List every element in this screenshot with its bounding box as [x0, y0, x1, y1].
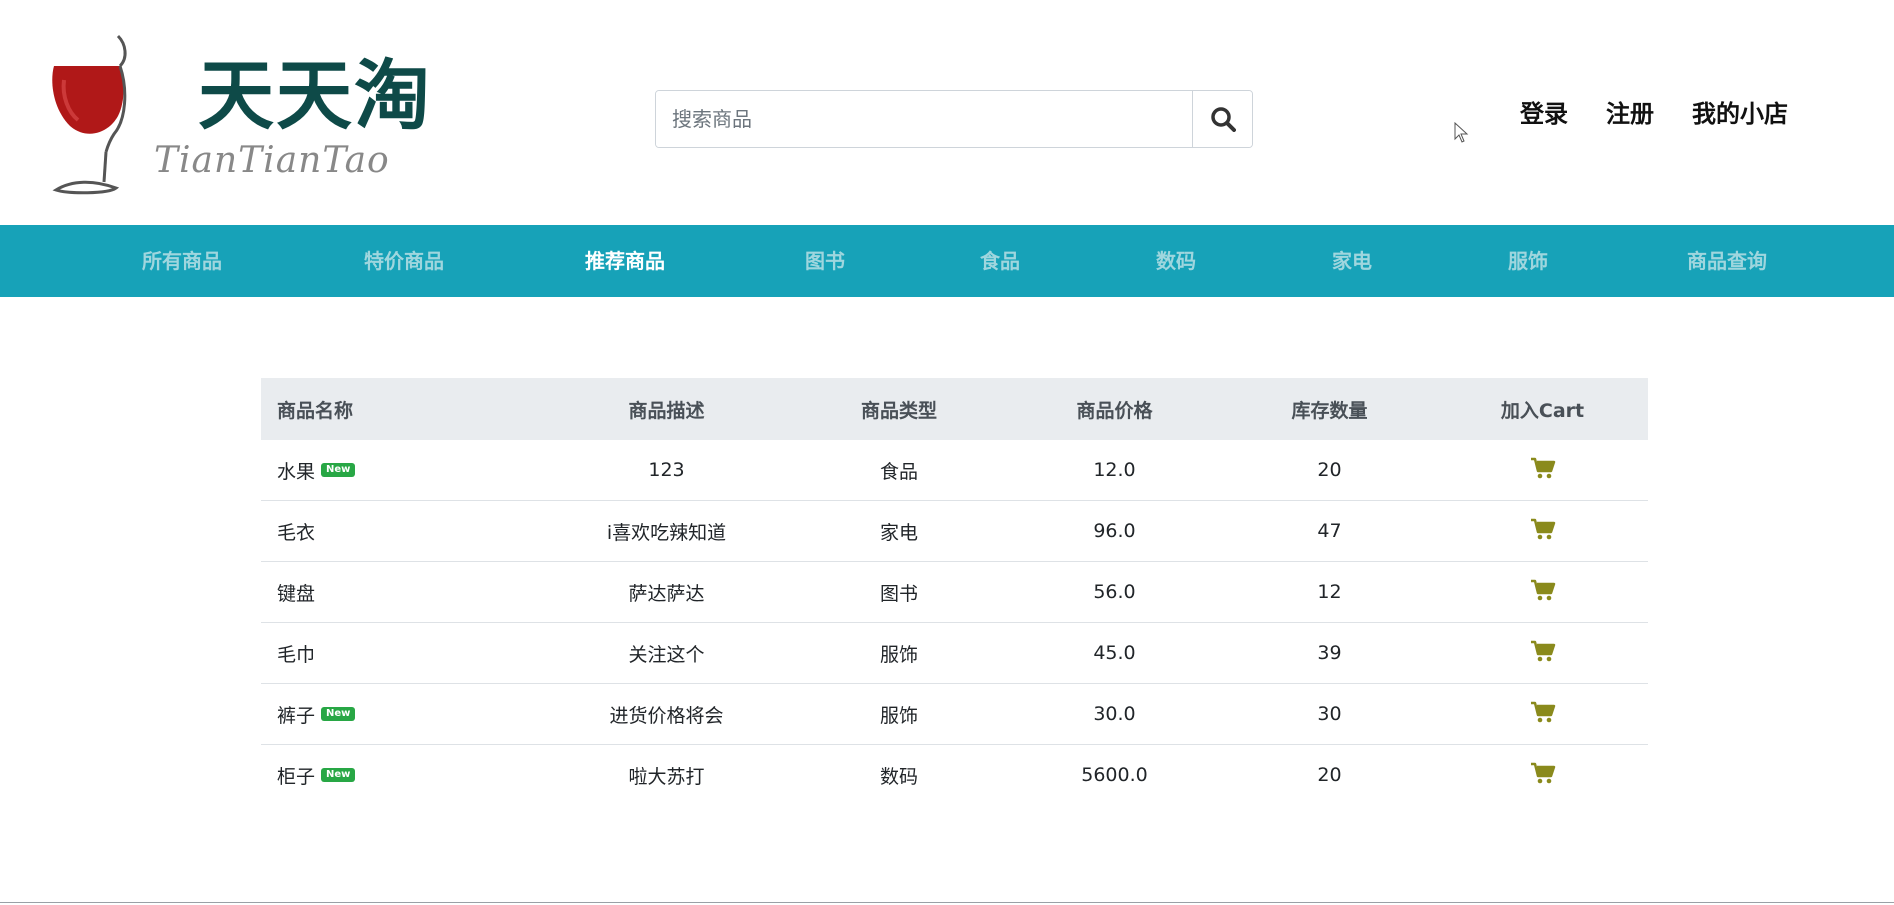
shopping-cart-icon: [1530, 518, 1555, 539]
table-row: 键盘 萨达萨达 图书 56.0 12: [261, 561, 1648, 623]
product-name[interactable]: 裤子: [277, 705, 315, 727]
table-header-row: 商品名称 商品描述 商品类型 商品价格 库存数量 加入Cart: [261, 378, 1648, 440]
user-links: 登录 注册 我的小店: [1520, 99, 1788, 129]
table-row: 毛巾 关注这个 服饰 45.0 39: [261, 622, 1648, 684]
logo-title: 天天淘: [198, 51, 432, 140]
cell-add-to-cart: [1437, 622, 1648, 684]
cell-price: 30.0: [1007, 683, 1222, 745]
table-row: 裤子 New 进货价格将会 服饰 30.0 30: [261, 683, 1648, 745]
cell-product-name: 柜子 New: [261, 744, 542, 805]
header-price: 商品价格: [1007, 378, 1222, 440]
nav-item-clothing[interactable]: 服饰: [1508, 225, 1548, 297]
cell-price: 56.0: [1007, 561, 1222, 623]
search-bar: [655, 90, 1253, 148]
product-name[interactable]: 键盘: [277, 583, 315, 605]
cell-description: 进货价格将会: [542, 683, 791, 745]
cell-price: 5600.0: [1007, 744, 1222, 805]
nav-item-appliances[interactable]: 家电: [1332, 225, 1372, 297]
search-input[interactable]: [656, 91, 1192, 147]
cell-type: 服饰: [791, 622, 1007, 684]
cell-description: 萨达萨达: [542, 561, 791, 623]
cell-type: 家电: [791, 500, 1007, 562]
header-add-to-cart: 加入Cart: [1437, 378, 1648, 440]
register-link[interactable]: 注册: [1606, 99, 1654, 129]
add-to-cart-button[interactable]: [1530, 579, 1556, 606]
product-table: 商品名称 商品描述 商品类型 商品价格 库存数量 加入Cart 水果 New 123…: [261, 378, 1648, 805]
cell-description: 关注这个: [542, 622, 791, 684]
login-link[interactable]: 登录: [1520, 99, 1568, 129]
nav-item-digital[interactable]: 数码: [1156, 225, 1196, 297]
logo-subtitle: TianTianTao: [154, 140, 390, 181]
nav-item-special-offers[interactable]: 特价商品: [364, 225, 444, 297]
cell-price: 45.0: [1007, 622, 1222, 684]
cell-description: 123: [648, 459, 685, 481]
new-badge: New: [321, 462, 356, 477]
header-type: 商品类型: [791, 378, 1007, 440]
search-icon: [1210, 107, 1236, 132]
page-header: 天天淘 TianTianTao 登录 注册 我的小店: [0, 0, 1894, 225]
cell-product-name: 水果 New: [261, 440, 542, 501]
cell-type: 食品: [879, 460, 918, 483]
shopping-cart-icon: [1530, 579, 1555, 600]
product-name[interactable]: 毛衣: [277, 522, 315, 544]
table-body: 水果 New 123 食品 12.0 20 毛衣 i喜欢吃辣知道 家电 96.0 47 键盘 萨达萨达图…: [261, 440, 1648, 805]
nav-item-all-products[interactable]: 所有商品: [142, 225, 222, 297]
table-row: 毛衣 i喜欢吃辣知道 家电 96.0 47: [261, 500, 1648, 562]
add-to-cart-button[interactable]: [1530, 762, 1556, 789]
header-description: 商品描述: [542, 378, 791, 440]
cell-add-to-cart: [1437, 683, 1648, 745]
wine-glass-icon: [52, 34, 127, 195]
cell-product-name: 毛巾: [261, 622, 542, 684]
cell-stock: 20: [1222, 744, 1437, 805]
table-row: 柜子 New 啦大苏打 数码 5600.0 20: [261, 744, 1648, 805]
cell-stock: 20: [1317, 459, 1342, 481]
cell-add-to-cart: [1437, 744, 1648, 805]
product-name[interactable]: 柜子: [277, 766, 315, 788]
new-badge: New: [321, 706, 356, 721]
cell-type: 图书: [791, 561, 1007, 623]
cell-product-name: 裤子 New: [261, 683, 542, 745]
shopping-cart-icon: [1530, 457, 1555, 478]
add-to-cart-button[interactable]: [1530, 640, 1556, 667]
cell-product-name: 毛衣: [261, 500, 542, 562]
mouse-cursor-icon: [1454, 122, 1469, 143]
cell-description: i喜欢吃辣知道: [542, 500, 791, 562]
my-shop-link[interactable]: 我的小店: [1692, 99, 1788, 129]
cell-add-to-cart: [1437, 561, 1648, 623]
add-to-cart-button[interactable]: [1530, 701, 1556, 728]
shopping-cart-icon: [1530, 640, 1555, 661]
search-button[interactable]: [1192, 91, 1252, 147]
table-row: 水果 New 123 食品 12.0 20: [261, 440, 1648, 501]
cell-product-name: 键盘: [261, 561, 542, 623]
product-table-container: 商品名称 商品描述 商品类型 商品价格 库存数量 加入Cart 水果 New 123…: [261, 378, 1648, 805]
header-stock: 库存数量: [1222, 378, 1437, 440]
cell-add-to-cart: [1437, 500, 1648, 562]
cell-stock: 39: [1222, 622, 1437, 684]
header-product-name: 商品名称: [261, 378, 542, 440]
cell-price: 12.0: [1093, 459, 1136, 481]
cell-description: 啦大苏打: [542, 744, 791, 805]
nav-item-recommended[interactable]: 推荐商品: [585, 225, 665, 297]
product-name[interactable]: 水果: [277, 461, 315, 483]
new-badge: New: [321, 767, 356, 782]
cell-price: 96.0: [1007, 500, 1222, 562]
footer-divider: [0, 902, 1894, 903]
add-to-cart-button[interactable]: [1530, 457, 1556, 484]
site-logo[interactable]: 天天淘 TianTianTao: [48, 30, 430, 200]
cell-type: 服饰: [791, 683, 1007, 745]
shopping-cart-icon: [1530, 701, 1555, 722]
product-name[interactable]: 毛巾: [277, 644, 315, 666]
add-to-cart-button[interactable]: [1530, 518, 1556, 545]
cell-stock: 12: [1222, 561, 1437, 623]
cell-stock: 30: [1222, 683, 1437, 745]
nav-item-product-search[interactable]: 商品查询: [1687, 225, 1767, 297]
cell-type: 数码: [791, 744, 1007, 805]
shopping-cart-icon: [1530, 762, 1555, 783]
nav-item-food[interactable]: 食品: [980, 225, 1020, 297]
main-nav: 所有商品 特价商品 推荐商品 图书 食品 数码 家电 服饰 商品查询: [0, 225, 1894, 297]
cell-add-to-cart: [1437, 440, 1648, 501]
nav-item-books[interactable]: 图书: [805, 225, 845, 297]
cell-stock: 47: [1222, 500, 1437, 562]
